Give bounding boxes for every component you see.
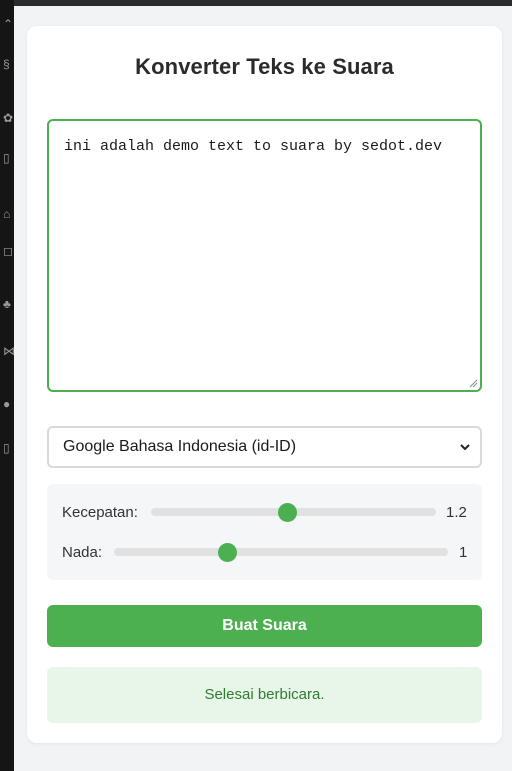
text-input-value: ini adalah demo text to suara by sedot.d… (64, 138, 443, 155)
voice-select[interactable]: Google Bahasa Indonesia (id-ID) (47, 426, 482, 468)
speed-value: 1.2 (446, 504, 467, 521)
voice-select-value: Google Bahasa Indonesia (id-ID) (63, 438, 297, 455)
left-sidebar-strip: ⌃ § ✿ ▯ ⌂ ◻ ♣ ⋈ ● ▯ (0, 0, 15, 771)
partial-icon[interactable]: ▯ (3, 152, 15, 164)
pitch-value: 1 (459, 544, 468, 561)
chevron-down-icon (460, 444, 470, 451)
partial-icon[interactable]: ● (3, 398, 15, 410)
page-title: Konverter Teks ke Suara (135, 54, 394, 79)
pitch-label: Nada: (62, 544, 103, 561)
generate-speech-button[interactable]: Buat Suara (47, 605, 482, 647)
partial-icon[interactable]: ⋈ (3, 345, 15, 357)
partial-icon[interactable]: ◻ (3, 245, 15, 257)
speed-slider[interactable] (151, 502, 436, 522)
partial-icon[interactable]: ✿ (3, 112, 15, 124)
window-top-bar (0, 0, 512, 6)
resize-handle-icon[interactable] (469, 379, 478, 388)
partial-icon[interactable]: ⌂ (3, 208, 15, 220)
voice-controls-panel: Kecepatan: 1.2 Nada: 1 (47, 484, 482, 580)
partial-icon[interactable]: ⌃ (3, 18, 15, 30)
partial-icon[interactable]: ♣ (3, 298, 15, 310)
speed-label: Kecepatan: (62, 504, 138, 521)
speed-slider-thumb[interactable] (278, 502, 298, 522)
pitch-slider[interactable] (114, 542, 448, 562)
partial-icon[interactable]: § (3, 58, 15, 70)
partial-icon[interactable]: ▯ (3, 442, 15, 454)
status-message: Selesai berbicara. (47, 667, 482, 723)
converter-card: Konverter Teks ke Suara ini adalah demo … (27, 26, 502, 743)
text-input-area[interactable]: ini adalah demo text to suara by sedot.d… (47, 119, 482, 392)
pitch-slider-thumb[interactable] (218, 542, 238, 562)
